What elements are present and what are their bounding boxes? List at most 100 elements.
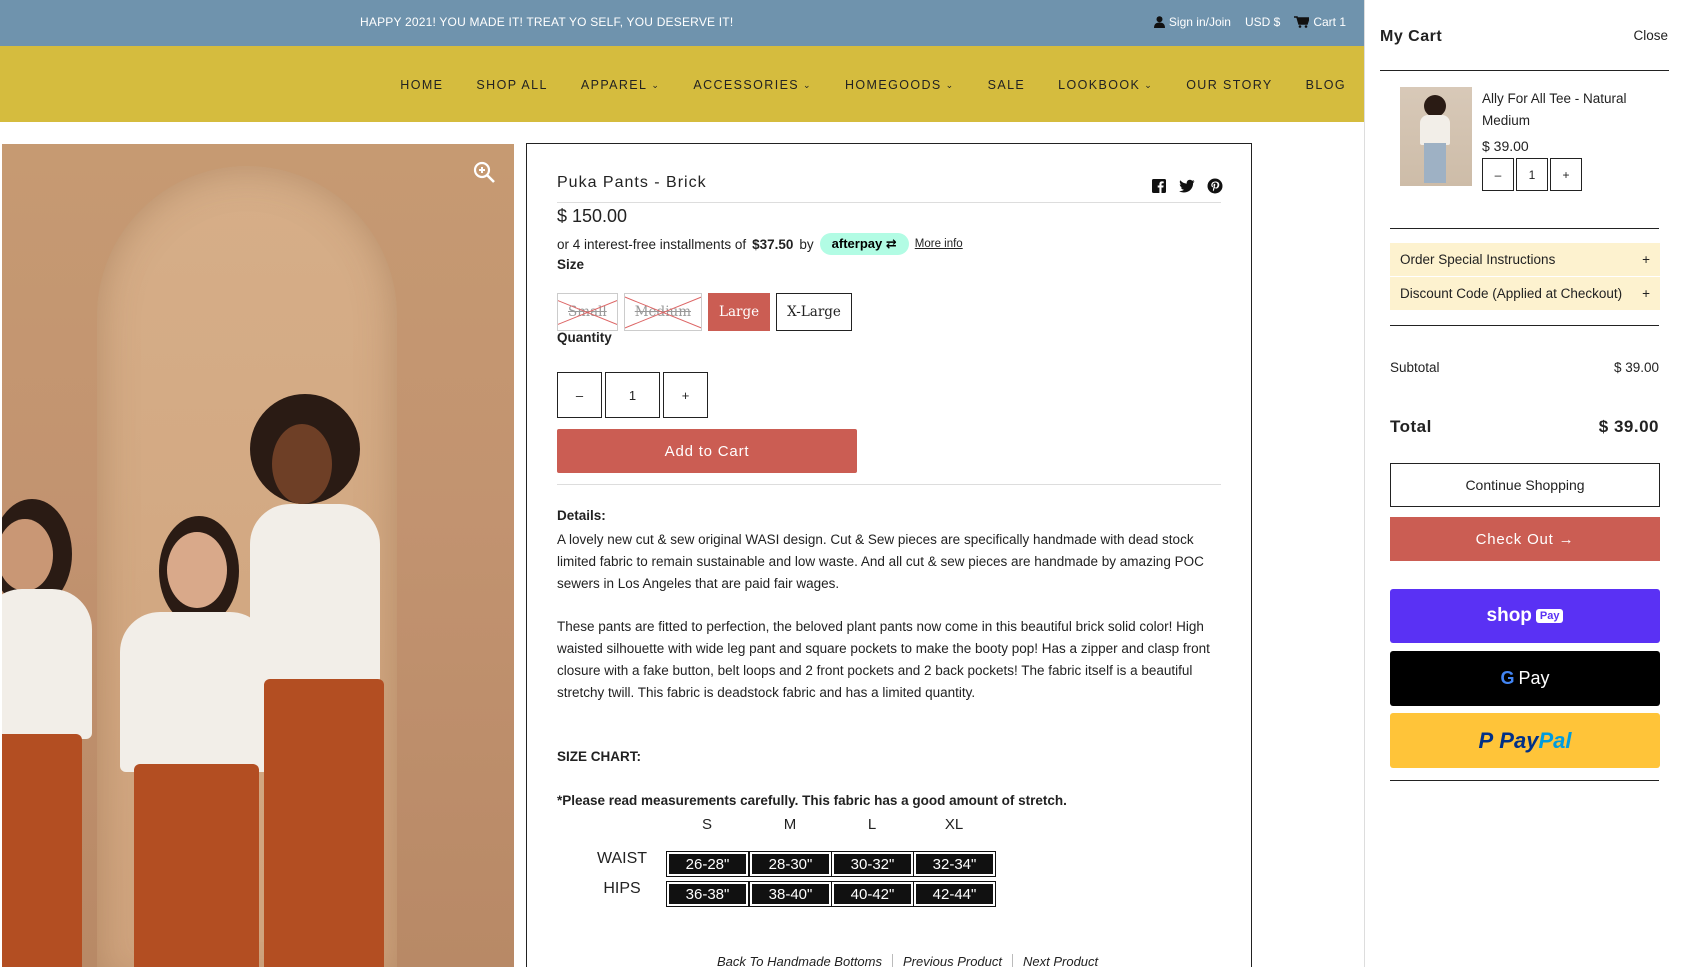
google-pay-label: Pay [1518, 668, 1550, 688]
installments-prefix: or 4 interest-free installments of [557, 236, 747, 252]
nav-item-accessories[interactable]: ACCESSORIES ⌄ [693, 78, 812, 92]
close-cart-button[interactable]: Close [1633, 28, 1668, 43]
chevron-down-icon: ⌄ [1144, 79, 1154, 90]
quantity-increase-button[interactable]: + [663, 372, 708, 418]
size-chart-note: *Please read measurements carefully. Thi… [557, 793, 1067, 808]
afterpay-logo: afterpay ⇄ [819, 233, 909, 255]
nav-item-shop-all[interactable]: SHOP ALL [476, 78, 547, 92]
pagination-link[interactable]: Previous Product [893, 954, 1013, 967]
nav-item-home[interactable]: HOME [400, 78, 443, 92]
subtotal-row: Subtotal $ 39.00 [1390, 360, 1659, 375]
paypal-wordmark-pay: Pay [1499, 727, 1539, 753]
share-links [1151, 178, 1223, 194]
product-price: $ 150.00 [557, 206, 628, 226]
cart-drawer: My Cart Close Ally For All Tee - Natural… [1364, 0, 1684, 967]
size-option-large[interactable]: Large [708, 293, 771, 331]
subtotal-label: Subtotal [1390, 360, 1440, 375]
size-options: Small Medium Large X-Large [557, 293, 852, 331]
google-g-icon: G [1500, 668, 1515, 688]
nav-item-lookbook[interactable]: LOOKBOOK ⌄ [1058, 78, 1153, 92]
product-panel: Puka Pants - Brick $ 150.00 or 4 interes… [526, 143, 1252, 967]
afterpay-logo-text: afterpay [831, 236, 883, 251]
google-pay-button[interactable]: G Pay [1390, 651, 1660, 706]
continue-shopping-button[interactable]: Continue Shopping [1390, 463, 1660, 507]
product-image[interactable] [2, 144, 514, 967]
nav-item-label: LOOKBOOK [1058, 78, 1141, 92]
cart-item-name[interactable]: Ally For All Tee - Natural Medium [1482, 88, 1627, 132]
discount-code-toggle[interactable]: Discount Code (Applied at Checkout) + [1390, 277, 1660, 310]
product-title: Puka Pants - Brick [557, 174, 707, 191]
title-divider [557, 202, 1221, 203]
nav-item-homegoods[interactable]: HOMEGOODS ⌄ [845, 78, 955, 92]
cart-item-title: Ally For All Tee - Natural [1482, 91, 1627, 106]
facebook-icon[interactable] [1151, 178, 1167, 194]
cart-divider [1390, 780, 1659, 781]
installments-by: by [799, 236, 814, 252]
nav-item-blog[interactable]: BLOG [1306, 78, 1346, 92]
nav-item-label: HOMEGOODS [845, 78, 942, 92]
currency-selector[interactable]: USD $ [1245, 15, 1280, 29]
paypal-p-icon: P [1478, 727, 1500, 753]
paypal-wordmark-pal: Pal [1538, 727, 1572, 753]
cart-icon [1294, 16, 1310, 28]
size-option-small: Small [557, 293, 618, 331]
chevron-down-icon: ⌄ [651, 79, 661, 90]
size-chart-row-label: HIPS [603, 880, 641, 897]
nav-item-label: SALE [987, 78, 1026, 92]
nav-item-our-story[interactable]: OUR STORY [1186, 78, 1272, 92]
nav-item-apparel[interactable]: APPAREL ⌄ [581, 78, 661, 92]
cart-item-image[interactable] [1400, 87, 1472, 186]
quantity-decrease-button[interactable]: – [557, 372, 602, 418]
size-chart-cell: 26-28" [666, 851, 749, 877]
quantity-label: Quantity [557, 330, 612, 345]
zoom-in-icon[interactable] [472, 160, 498, 186]
cart-divider [1390, 325, 1659, 326]
shop-pay-button[interactable]: shop Pay [1390, 589, 1660, 643]
cart-item-quantity[interactable]: 1 [1516, 158, 1548, 191]
size-chart-cell: 28-30" [749, 851, 832, 877]
announcement-bar: HAPPY 2021! YOU MADE IT! TREAT YO SELF, … [0, 0, 1364, 46]
twitter-icon[interactable] [1179, 178, 1195, 194]
plus-icon: + [1642, 252, 1650, 267]
size-chart-heading: SIZE CHART: [557, 749, 641, 764]
plus-icon: + [1642, 286, 1650, 301]
add-to-cart-button[interactable]: Add to Cart [557, 429, 857, 473]
nav-item-label: ACCESSORIES [693, 78, 800, 92]
product-pagination: Back To Handmade Bottoms Previous Product… [707, 954, 1108, 967]
account-links: Sign in/Join USD $ Cart 1 [1153, 15, 1346, 29]
nav-item-label: OUR STORY [1186, 78, 1273, 92]
size-option-x-large[interactable]: X-Large [776, 293, 852, 331]
nav-item-label: HOME [400, 78, 444, 92]
quantity-input[interactable]: 1 [605, 372, 660, 418]
size-chart-cell: 30-32" [831, 851, 914, 877]
size-chart-column-header: S [701, 816, 712, 833]
nav-item-sale[interactable]: SALE [988, 78, 1026, 92]
cart-item-increase-button[interactable]: + [1550, 158, 1582, 191]
pinterest-icon[interactable] [1207, 178, 1223, 194]
main-nav: HOME SHOP ALL APPAREL ⌄ ACCESSORIES ⌄ HOMEGOOD… [0, 46, 1364, 122]
cart-link-label: Cart 1 [1313, 15, 1346, 29]
nav-item-label: SHOP ALL [476, 78, 548, 92]
checkout-button[interactable]: Check Out → [1390, 517, 1660, 561]
afterpay-arrows-icon: ⇄ [885, 236, 897, 251]
sign-in-link[interactable]: Sign in/Join [1153, 15, 1231, 29]
details-paragraph: These pants are fitted to perfection, th… [557, 619, 1210, 700]
size-chart-column-header: M [783, 816, 797, 833]
size-chart-cell: 42-44" [913, 881, 996, 907]
cart-item-decrease-button[interactable]: – [1482, 158, 1514, 191]
paypal-button[interactable]: P Pay Pal [1390, 713, 1660, 768]
chevron-down-icon: ⌄ [803, 79, 812, 90]
pagination-link[interactable]: Next Product [1013, 954, 1108, 967]
cart-link[interactable]: Cart 1 [1294, 15, 1346, 29]
user-icon [1153, 16, 1165, 28]
announcement-message: HAPPY 2021! YOU MADE IT! TREAT YO SELF, … [360, 15, 734, 29]
more-info-link[interactable]: More info [915, 238, 963, 250]
afterpay-installments: or 4 interest-free installments of $37.5… [557, 233, 963, 255]
pagination-link[interactable]: Back To Handmade Bottoms [707, 954, 893, 967]
shop-pay-badge: Pay [1535, 609, 1564, 623]
size-chart-column-header: XL [944, 816, 964, 833]
size-chart-row-label: WAIST [596, 850, 648, 867]
special-instructions-toggle[interactable]: Order Special Instructions + [1390, 243, 1660, 276]
nav-item-label: APPAREL [580, 78, 648, 92]
cart-item-price: $ 39.00 [1482, 138, 1529, 154]
